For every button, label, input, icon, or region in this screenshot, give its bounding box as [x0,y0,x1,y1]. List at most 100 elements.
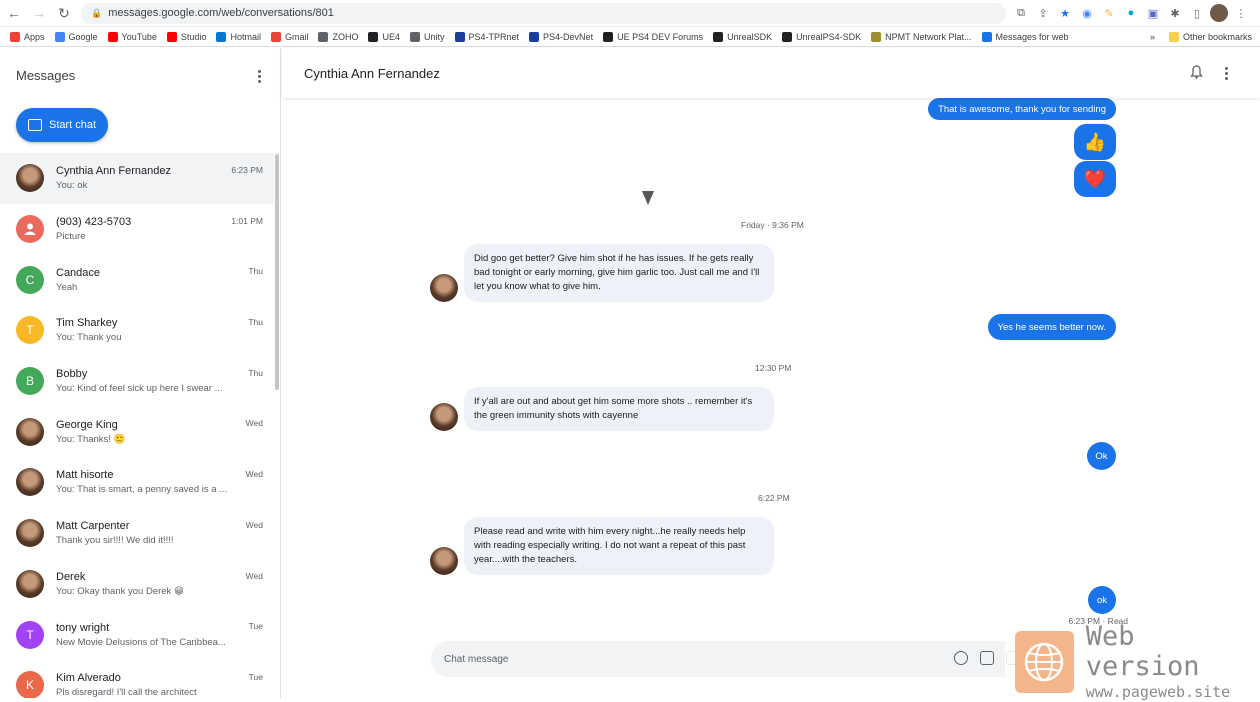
outgoing-message[interactable]: ok [1088,586,1116,614]
url-text: messages.google.com/web/conversations/80… [108,7,334,19]
bookmark-label: Gmail [284,31,309,42]
watermark-title: Web version [1085,621,1200,682]
bookmark-item[interactable]: UnrealSDK [713,31,772,42]
watermark: Web version www.pageweb.site [1005,622,1255,701]
conversation-name: tony wright [56,621,110,634]
conversation-item[interactable]: Ttony wright New Movie Delusions of The C… [0,609,274,660]
bookmark-label: Messages for web [995,31,1069,42]
conversation-name: Bobby [56,368,88,381]
bookmark-item[interactable]: Gmail [270,31,309,42]
outgoing-message[interactable]: Yes he seems better now. [987,314,1116,340]
bookmark-item[interactable]: Messages for web [981,31,1069,42]
conversation-snippet: You: ok [56,180,88,192]
extension-icon[interactable]: ▣ [1144,4,1162,22]
conversation-item[interactable]: (903) 423-5703 Picture 1:01 PM [0,204,274,255]
conversation-snippet: Thank you sir!!!! We did it!!!! [56,535,174,547]
other-bookmarks[interactable]: Other bookmarks [1168,31,1252,42]
conversation-snippet: Pls disregard! I'll call the architect [56,687,197,698]
conversation-time: Tue [248,671,263,682]
notifications-icon[interactable] [1190,65,1203,79]
bookmark-item[interactable]: YouTube [107,31,157,42]
incoming-message[interactable]: Please read and write with him every nig… [430,517,774,575]
avatar [16,215,44,244]
conversation-sidebar: Messages Start chat Cynthia Ann Fernande… [0,48,281,698]
incoming-message[interactable]: If y'all are out and about get him some … [430,387,774,431]
sidebar-icon[interactable]: ▯ [1188,4,1206,22]
other-bookmarks-label: Other bookmarks [1182,31,1252,42]
extension-icon[interactable]: ● [1122,4,1140,22]
bookmark-icon [410,31,420,42]
conversation-time: Wed [245,469,263,480]
star-icon[interactable]: ★ [1056,4,1074,22]
bookmark-item[interactable]: UnrealPS4-SDK [782,31,861,42]
outgoing-message[interactable]: That is awesome, thank you for sending [928,98,1116,120]
bookmark-icon [166,31,177,42]
chat-icon [28,119,42,131]
outgoing-reaction[interactable]: ❤️ [1074,161,1116,197]
more-bookmarks-icon[interactable]: » [1150,32,1155,42]
conversation-item[interactable]: Derek You: Okay thank you Derek 😁 Wed [0,559,274,610]
more-options-icon[interactable] [252,66,266,86]
bookmark-item[interactable]: Unity [410,31,445,42]
watermark-url: www.pageweb.site [1085,683,1231,701]
emoji-icon[interactable] [954,651,968,665]
bookmark-icon [216,31,227,42]
conversation-item[interactable]: B Bobby You: Kind of feel sick up here I s… [0,356,274,407]
bookmark-item[interactable]: Hotmail [216,31,261,42]
conversation-time: 1:01 PM [231,215,263,226]
puzzle-icon[interactable]: ✱ [1166,4,1184,22]
conversation-item[interactable]: K Kim Alverado Pls disregard! I'll call th… [0,660,274,698]
timestamp: Friday · 9:36 PM [741,220,804,230]
sticker-icon[interactable] [980,651,994,665]
conversation-item[interactable]: Matt hisorte You: That is smart, a penny … [0,457,274,508]
timestamp: 12:30 PM [755,363,792,373]
extension-icon[interactable]: ✎ [1100,4,1118,22]
message-text: If y'all are out and about get him some … [464,387,774,431]
bookmark-item[interactable]: ZOHO [318,31,358,42]
address-bar[interactable]: 🔒 messages.google.com/web/conversations/… [81,2,1006,24]
avatar: B [16,367,44,396]
open-external-icon[interactable]: ⧉ [1012,4,1030,22]
chat-options-icon[interactable] [1219,63,1233,83]
conversation-item[interactable]: Cynthia Ann Fernandez You: ok 6:23 PM [0,153,274,204]
bookmark-icon [603,31,614,42]
message-text: ok [1096,594,1108,606]
forward-icon[interactable]: → [28,2,50,24]
browser-toolbar: ← → ↻ 🔒 messages.google.com/web/conversa… [0,0,1260,27]
bookmark-label: Hotmail [230,31,261,42]
bookmark-item[interactable]: Studio [166,31,206,42]
conversation-snippet: You: Okay thank you Derek 😁 [56,585,184,597]
reload-icon[interactable]: ↻ [53,2,75,24]
conversation-time: Thu [248,266,263,277]
conversation-snippet: Yeah [56,281,78,293]
conversation-name: Matt Carpenter [56,520,130,533]
extension-icon[interactable]: ◉ [1078,4,1096,22]
bookmark-item[interactable]: NPMT Network Plat... [871,31,972,42]
conversation-item[interactable]: Matt Carpenter Thank you sir!!!! We did i… [0,508,274,559]
share-icon[interactable]: ⇪ [1034,4,1052,22]
incoming-message[interactable]: Did goo get better? Give him shot if he … [430,244,774,302]
bookmark-item[interactable]: PS4-TPRnet [454,31,519,42]
conversation-snippet: You: That is smart, a penny saved is a .… [56,484,228,496]
conversation-name: Cynthia Ann Fernandez [56,165,171,178]
back-icon[interactable]: ← [3,2,25,24]
message-text: Please read and write with him every nig… [464,517,774,575]
lock-icon: 🔒 [91,7,103,18]
bookmark-item[interactable]: PS4-DevNet [529,31,594,42]
conversation-item[interactable]: C Candace Yeah Thu [0,254,274,305]
conversation-item[interactable]: George King You: Thanks! 🙂 Wed [0,406,274,457]
menu-icon[interactable]: ⋮ [1232,4,1250,22]
profile-avatar[interactable] [1210,4,1228,22]
conversation-item[interactable]: T Tim Sharkey You: Thank you Thu [0,305,274,356]
bookmark-item[interactable]: Apps [10,31,45,42]
conversation-name: Candace [56,266,101,279]
bookmark-item[interactable]: UE4 [368,31,400,42]
start-chat-button[interactable]: Start chat [16,108,108,142]
timestamp: 6:22 PM [758,493,790,503]
outgoing-message[interactable]: Ok [1087,442,1116,470]
bookmark-label: PS4-DevNet [543,31,594,42]
bookmark-item[interactable]: Google [54,31,98,42]
scrollbar[interactable] [275,154,279,390]
bookmark-item[interactable]: UE PS4 DEV Forums [603,31,703,42]
outgoing-reaction[interactable]: 👍 [1074,124,1116,160]
